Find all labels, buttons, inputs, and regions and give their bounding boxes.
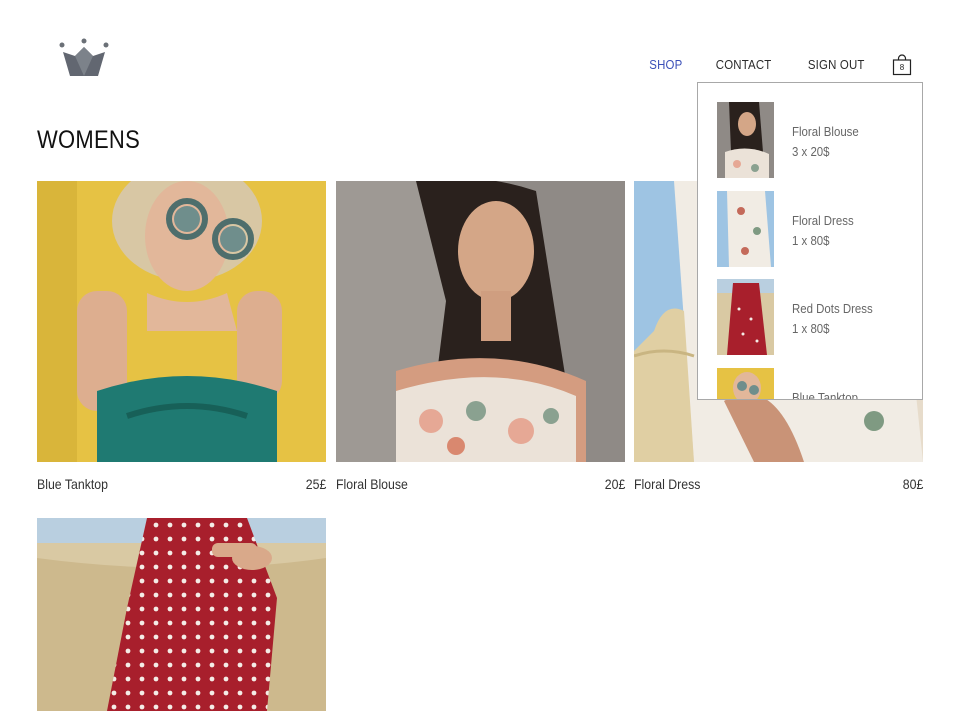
product-card[interactable]: Blue Tanktop 25£ — [37, 181, 326, 492]
cart-item-quantity: 3 x 20$ — [792, 144, 830, 159]
product-price: 80£ — [902, 476, 923, 492]
nav-contact[interactable]: CONTACT — [716, 56, 772, 74]
cart-count-badge: 8 — [899, 63, 905, 72]
product-card[interactable]: Floral Blouse 20£ — [336, 181, 625, 492]
product-image[interactable] — [336, 181, 625, 462]
product-name[interactable]: Blue Tanktop — [37, 476, 108, 492]
cart-item-name: Red Dots Dress — [792, 301, 873, 316]
main-nav: SHOP CONTACT SIGN OUT 8 — [619, 54, 912, 76]
product-card[interactable] — [37, 518, 326, 711]
product-image[interactable] — [37, 518, 326, 711]
cart-item-quantity: 1 x 80$ — [792, 321, 830, 336]
cart-item-thumbnail — [717, 279, 774, 355]
cart-item-name: Floral Dress — [792, 213, 854, 228]
cart-item[interactable]: Floral Dress 1 x 80$ — [717, 191, 917, 267]
product-image[interactable] — [37, 181, 326, 462]
cart-item-thumbnail — [717, 102, 774, 178]
cart-item-quantity: 1 x 80$ — [792, 233, 830, 248]
product-name[interactable]: Floral Dress — [634, 476, 700, 492]
cart-button[interactable]: 8 — [892, 54, 912, 76]
cart-item-thumbnail — [717, 368, 774, 399]
nav-shop[interactable]: SHOP — [649, 56, 682, 74]
cart-item-name: Blue Tanktop — [792, 390, 858, 400]
brand-logo[interactable] — [59, 38, 109, 78]
cart-item-name: Floral Blouse — [792, 124, 859, 139]
cart-item[interactable]: Red Dots Dress 1 x 80$ — [717, 279, 917, 355]
cart-item[interactable]: Blue Tanktop — [717, 368, 917, 400]
cart-item[interactable]: Floral Blouse 3 x 20$ — [717, 102, 917, 178]
product-price: 20£ — [604, 476, 625, 492]
nav-sign-out[interactable]: SIGN OUT — [807, 56, 864, 74]
page-title: WOMENS — [37, 126, 141, 154]
cart-dropdown[interactable]: Floral Blouse 3 x 20$ Floral Dress 1 x 8… — [697, 82, 923, 400]
crown-icon — [59, 38, 109, 76]
product-name[interactable]: Floral Blouse — [336, 476, 408, 492]
cart-item-thumbnail — [717, 191, 774, 267]
product-price: 25£ — [305, 476, 326, 492]
